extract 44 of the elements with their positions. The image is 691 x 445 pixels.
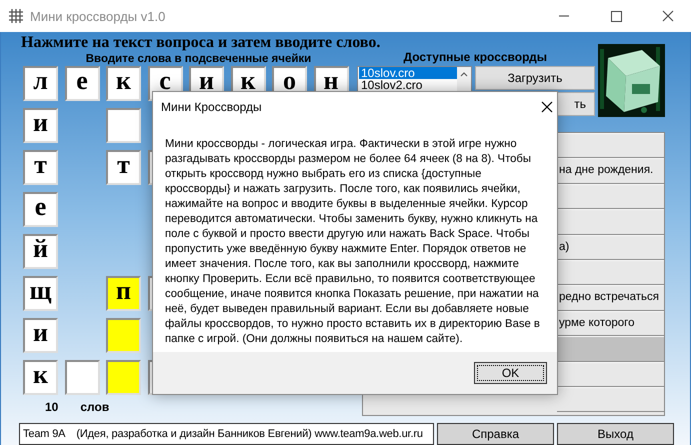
letter-cell[interactable] <box>106 318 141 353</box>
question-row[interactable] <box>557 362 664 387</box>
letter-cell[interactable] <box>106 360 141 395</box>
question-row[interactable] <box>557 133 664 158</box>
letter-cell[interactable]: е <box>23 192 58 227</box>
dialog-title: Мини Кроссворды <box>161 100 263 114</box>
question-row[interactable]: на дне рождения. <box>557 158 664 184</box>
question-row[interactable] <box>557 184 664 210</box>
letter-cell[interactable]: п <box>106 276 141 311</box>
letter-cell[interactable]: й <box>23 234 58 269</box>
letter-cell[interactable]: щ <box>23 276 58 311</box>
letter-cell[interactable]: и <box>23 318 58 353</box>
grid-title: Вводите слова в подсвеченные ячейки <box>86 52 312 66</box>
letter-cell[interactable]: к <box>106 66 141 101</box>
question-row[interactable] <box>557 209 664 235</box>
help-button[interactable]: Справка <box>437 423 554 445</box>
letter-cell[interactable]: е <box>64 66 100 101</box>
question-row[interactable]: урме которого <box>557 310 664 336</box>
app-icon <box>8 8 24 24</box>
instruction-text: Нажмите на текст вопроса и затем вводите слово. <box>20 34 380 52</box>
load-button[interactable]: Загрузить <box>475 66 595 90</box>
list-title: Доступные кроссворды <box>404 50 547 66</box>
dialog-message: Мини кроссворды - логическая игра. Фактически в этой игре нужно разгадывать кроссворды размером не более 64 ячеек (8 на 8). Чтобы открыть кроссворд нужно выбрать его из списка {доступные кроссворды} и нажать загрузить. После того, как появились ячейки, нажимайте на вопрос и вводите буквы в выделенные ячейки. Курсор переводится автоматически. Чтобы заменить букву, нужно кликнуть на поле с буквой и просто ввести другую или нажать Back Space. Чтобы пропустить уже введённую букву нажмите Enter. Порядок ответов не имеет значения. После того, как вы заполнили кроссворд, нажмите кнопку Проверить. Если всё правильно, то появится соответствующее сообщение, иначе появится кнопка Показать решение, при нажатии на неё, будет выведен правильный вариант. Если вы добавляете новые файлы кроссвордов, то нужно просто вставить их в директорию Base в папке с игрой. (Они должны появиться на нашем сайте). <box>165 137 541 347</box>
question-row[interactable]: редно встречаться <box>557 285 664 311</box>
letter-cell[interactable]: и <box>23 108 58 143</box>
list-item[interactable]: 10slov.cro <box>359 67 457 79</box>
letter-cell[interactable] <box>64 360 100 395</box>
word-count: 10 <box>45 400 58 414</box>
question-row[interactable]: а) <box>557 234 664 260</box>
exit-button[interactable]: Выход <box>557 423 674 445</box>
letter-cell[interactable]: к <box>23 360 58 395</box>
letter-cell[interactable]: л <box>23 66 58 101</box>
close-icon[interactable] <box>541 101 553 113</box>
question-row[interactable] <box>557 336 664 362</box>
letter-cell[interactable] <box>106 108 141 143</box>
letter-cell[interactable]: т <box>23 150 58 185</box>
question-row[interactable] <box>557 386 664 412</box>
question-row[interactable] <box>557 260 664 286</box>
list-item[interactable]: 10slov2.cro <box>359 79 457 91</box>
word-label: слов <box>80 400 110 414</box>
window-title: Мини кроссворды v1.0 <box>30 8 166 24</box>
ok-button[interactable]: OK <box>474 362 547 384</box>
letter-cell[interactable]: т <box>106 150 141 185</box>
status-text: Team 9A (Идея, разработка и дизайн Банников Евгений) www.team9a.web.ur.ru <box>19 423 434 445</box>
